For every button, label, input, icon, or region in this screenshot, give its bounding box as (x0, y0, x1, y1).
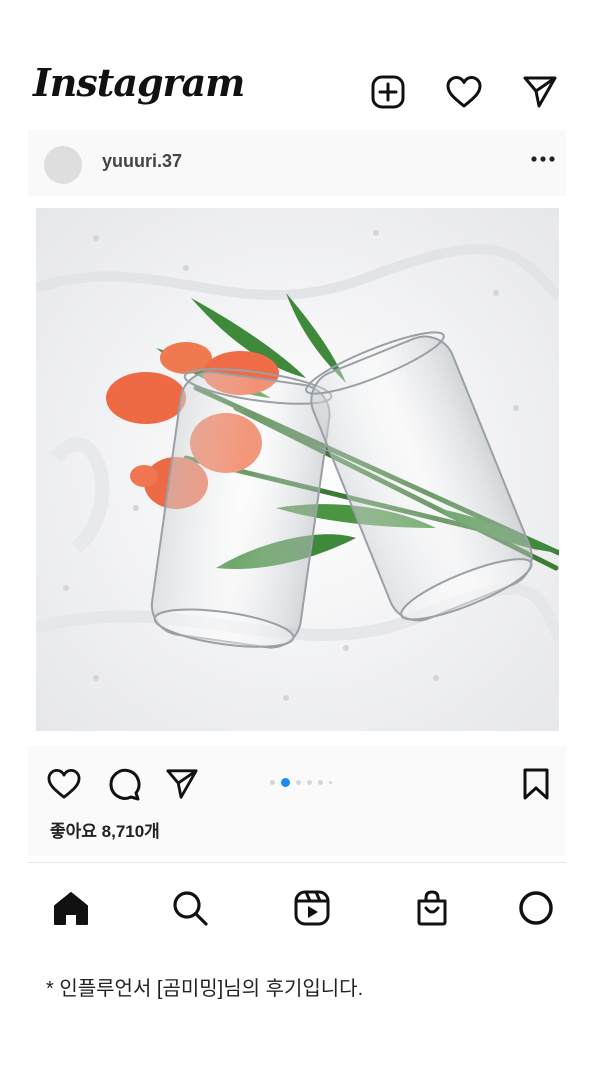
carousel-dot (329, 781, 332, 784)
like-heart-icon[interactable] (44, 764, 84, 804)
divider (28, 862, 566, 863)
new-post-icon[interactable] (368, 72, 408, 112)
app-header: Instagram (0, 50, 594, 130)
profile-icon[interactable] (512, 884, 560, 932)
post-image[interactable] (36, 208, 559, 731)
carousel-dot (307, 780, 312, 785)
carousel-dot (270, 780, 275, 785)
carousel-dot (296, 780, 301, 785)
comment-icon[interactable] (104, 764, 144, 804)
heart-icon[interactable] (444, 72, 484, 112)
carousel-dot-active (281, 778, 290, 787)
instagram-logo[interactable]: Instagram (33, 60, 245, 105)
avatar[interactable] (44, 146, 82, 184)
share-send-icon[interactable] (162, 764, 202, 804)
search-icon[interactable] (166, 884, 214, 932)
reels-icon[interactable] (288, 884, 336, 932)
post-username[interactable]: yuuuri.37 (102, 151, 182, 172)
more-options-icon[interactable] (528, 144, 558, 174)
likes-count[interactable]: 좋아요 8,710개 (50, 817, 160, 842)
home-icon[interactable] (47, 884, 95, 932)
carousel-indicator (270, 778, 332, 787)
post-header: yuuuri.37 (28, 130, 566, 196)
bookmark-icon[interactable] (516, 764, 556, 804)
footnote-text: * 인플루언서 [곰미밍]님의 후기입니다. (46, 978, 364, 1000)
carousel-dot (318, 780, 323, 785)
send-icon[interactable] (520, 72, 560, 112)
post-actions: 좋아요 8,710개 (28, 746, 566, 856)
shop-icon[interactable] (408, 884, 456, 932)
